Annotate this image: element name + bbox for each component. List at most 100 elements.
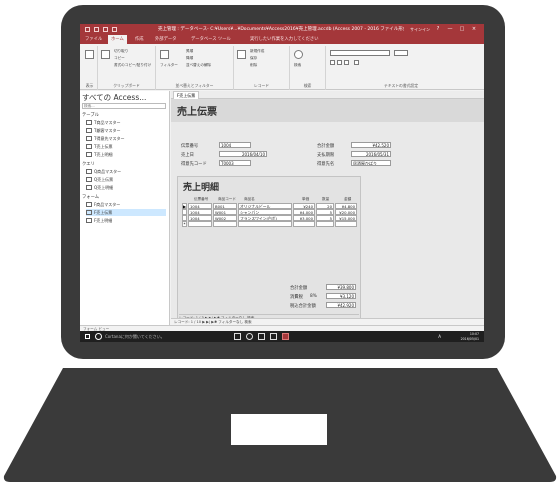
table-cell[interactable] <box>238 221 292 227</box>
customer-name-field[interactable]: 居酒屋ひばり <box>351 160 391 166</box>
tab-external-data[interactable]: 外部データ <box>152 35 179 44</box>
ascending-button[interactable]: 昇順 <box>186 49 193 53</box>
maximize-button[interactable]: □ <box>456 24 468 35</box>
nav-item-table[interactable]: T売上明細 <box>86 151 166 158</box>
clock-date[interactable]: 2016/05/01 <box>461 337 479 341</box>
task-view-icon[interactable] <box>234 333 241 340</box>
column-header[interactable]: 数量 <box>322 197 329 202</box>
table-cell[interactable] <box>213 221 237 227</box>
query-icon <box>86 185 92 190</box>
nav-item-query[interactable]: Q売上伝票 <box>86 176 166 183</box>
table-cell[interactable] <box>335 221 357 227</box>
nav-group-tables[interactable]: テーブル <box>82 112 99 118</box>
column-header[interactable]: 商品コード <box>218 197 236 202</box>
access-icon[interactable] <box>282 333 289 340</box>
table-cell[interactable] <box>316 221 334 227</box>
nav-item-table[interactable]: T得意先マスター <box>86 135 166 142</box>
font-color-icon[interactable] <box>354 60 359 65</box>
tax-rate: 8% <box>310 294 317 299</box>
signin-link[interactable]: サインイン <box>410 24 430 35</box>
group-label: クリップボード <box>113 83 140 88</box>
document-tab[interactable]: F売上伝票 <box>173 91 200 99</box>
ribbon-group-text-format: テキストの書式設定 <box>326 46 476 90</box>
form-record-navigator[interactable]: レコード: 1 / 10 ▶ ▶| ▶✱ フィルターなし 検索 <box>171 318 484 325</box>
search-icon[interactable] <box>294 50 303 59</box>
cut-button[interactable]: 切り取り <box>114 49 128 53</box>
customize-icon[interactable] <box>112 27 117 32</box>
filter-icon[interactable] <box>160 50 169 59</box>
delete-record-button[interactable]: 削除 <box>250 63 257 67</box>
column-header[interactable]: 金額 <box>344 197 351 202</box>
table-icon <box>86 136 92 141</box>
grand-total-field[interactable]: ¥42,920 <box>326 302 356 308</box>
nav-item-form[interactable]: F商品マスター <box>86 201 166 208</box>
nav-item-query[interactable]: Q売上明細 <box>86 184 166 191</box>
tab-home[interactable]: ホーム <box>108 35 127 44</box>
italic-icon[interactable] <box>337 60 342 65</box>
filter-button[interactable]: フィルター <box>160 63 178 67</box>
table-cell[interactable] <box>293 221 315 227</box>
customer-code-field[interactable]: T0003 <box>219 160 251 166</box>
tab-file[interactable]: ファイル <box>82 35 105 44</box>
column-header[interactable]: 単価 <box>302 197 309 202</box>
format-painter-button[interactable]: 書式のコピー/貼り付け <box>114 63 151 67</box>
save-icon[interactable] <box>85 27 90 32</box>
due-date-field[interactable]: 2016/05/31 <box>351 151 391 157</box>
slip-number-field[interactable]: 1004 <box>219 142 251 148</box>
nav-search-input[interactable]: 検索... <box>82 103 166 109</box>
nav-item-query[interactable]: Q商品マスター <box>86 168 166 175</box>
minimize-button[interactable]: — <box>444 24 456 35</box>
redo-icon[interactable] <box>103 27 108 32</box>
nav-item-label: T売上明細 <box>94 152 113 157</box>
find-button[interactable]: 検索 <box>294 63 301 67</box>
edge-icon[interactable] <box>246 333 253 340</box>
bold-icon[interactable] <box>330 60 335 65</box>
help-button[interactable]: ? <box>432 24 444 35</box>
ime-indicator[interactable]: A <box>438 334 441 339</box>
form-icon <box>86 218 92 223</box>
remove-sort-button[interactable]: 並べ替えの解除 <box>186 63 211 67</box>
nav-title[interactable]: すべての Access... <box>82 92 146 103</box>
new-record-button[interactable]: 新規作成 <box>250 49 264 53</box>
paste-icon[interactable] <box>101 50 110 59</box>
cortana-search-box[interactable]: Cortanaに何か聞いてください。 <box>105 332 225 341</box>
nav-group-queries[interactable]: クエリ <box>82 161 95 167</box>
nav-group-forms[interactable]: フォーム <box>82 194 99 200</box>
descending-button[interactable]: 降順 <box>186 56 193 60</box>
nav-item-table[interactable]: T売上伝票 <box>86 143 166 150</box>
group-label: 並べ替えとフィルター <box>175 83 214 88</box>
refresh-icon[interactable] <box>237 50 246 59</box>
total-amount-field[interactable]: ¥42,520 <box>351 142 391 148</box>
tell-me-box[interactable]: 実行したい作業を入力してください <box>250 35 319 44</box>
explorer-icon[interactable] <box>258 333 265 340</box>
copy-button[interactable]: コピー <box>114 56 125 60</box>
nav-item-label: Q商品マスター <box>94 169 122 174</box>
font-name-select[interactable] <box>330 50 390 56</box>
nav-item-label: F売上明細 <box>94 218 113 223</box>
column-header[interactable]: 伝票番号 <box>194 197 208 202</box>
column-header[interactable]: 商品名 <box>244 197 255 202</box>
windows-taskbar: Cortanaに何か聞いてください。 A 10:07 2016/05/01 <box>80 331 484 342</box>
table-cell[interactable] <box>188 221 212 227</box>
tab-database-tools[interactable]: データベース ツール <box>188 35 234 44</box>
store-icon[interactable] <box>270 333 277 340</box>
new-row-selector[interactable]: * <box>182 221 187 227</box>
nav-item-form-selected[interactable]: F売上伝票 <box>86 209 166 216</box>
save-record-button[interactable]: 保存 <box>250 56 257 60</box>
clock-time[interactable]: 10:07 <box>470 332 479 336</box>
cortana-icon[interactable] <box>95 333 102 340</box>
sales-date-field[interactable]: 2016/04/10 <box>219 151 267 157</box>
tab-create[interactable]: 作成 <box>132 35 147 44</box>
nav-item-table[interactable]: T顧客マスター <box>86 127 166 134</box>
font-size-select[interactable] <box>394 50 408 56</box>
view-icon[interactable] <box>85 50 94 59</box>
nav-item-form[interactable]: F売上明細 <box>86 217 166 224</box>
windows-start-icon[interactable] <box>85 334 90 339</box>
table-icon <box>86 120 92 125</box>
tax-field[interactable]: ¥3,120 <box>326 293 356 299</box>
subtotal-field[interactable]: ¥39,800 <box>326 284 356 290</box>
underline-icon[interactable] <box>344 60 349 65</box>
nav-item-table[interactable]: T商品マスター <box>86 119 166 126</box>
undo-icon[interactable] <box>94 27 99 32</box>
close-button[interactable]: × <box>468 24 480 35</box>
